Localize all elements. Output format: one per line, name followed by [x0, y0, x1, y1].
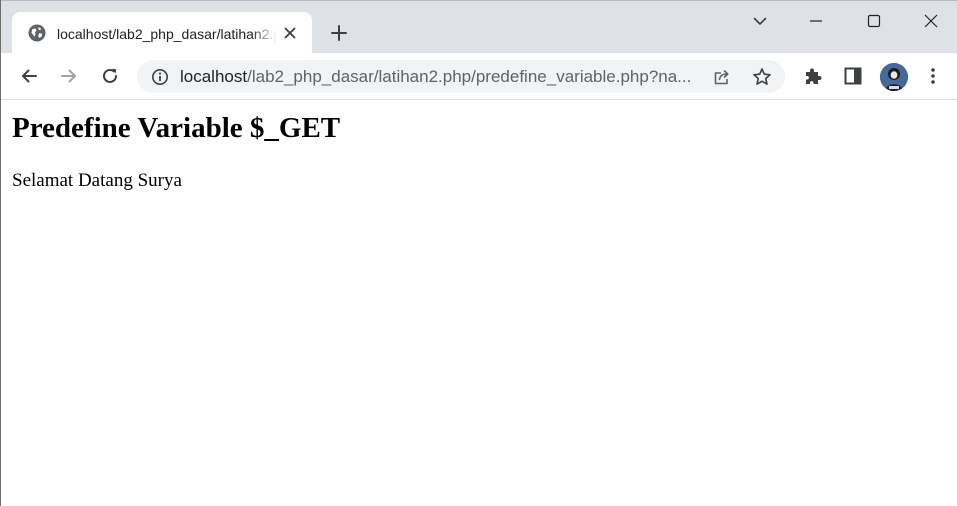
- address-bar[interactable]: localhost/lab2_php_dasar/latihan2.php/pr…: [137, 60, 785, 93]
- welcome-message: Selamat Datang Surya: [12, 170, 182, 191]
- star-icon[interactable]: [752, 67, 772, 87]
- tab-search-button[interactable]: [747, 9, 773, 33]
- reload-button[interactable]: [96, 62, 124, 90]
- back-button[interactable]: [15, 62, 43, 90]
- url-text[interactable]: localhost/lab2_php_dasar/latihan2.php/pr…: [180, 66, 708, 88]
- close-icon: [924, 14, 938, 28]
- page-heading: Predefine Variable $_GET: [12, 112, 341, 144]
- share-icon[interactable]: [712, 67, 732, 87]
- profile-picture: [880, 63, 908, 91]
- reload-icon: [103, 68, 117, 83]
- active-tab[interactable]: localhost/lab2_php_dasar/latihan2.php/pr…: [12, 12, 312, 54]
- avatar[interactable]: [880, 63, 908, 91]
- globe-icon: [28, 24, 46, 42]
- extensions-button[interactable]: [799, 62, 827, 90]
- maximize-button[interactable]: [861, 9, 887, 33]
- side-panel-icon: [844, 67, 862, 85]
- maximize-icon: [867, 14, 881, 28]
- tab-title: localhost/lab2_php_dasar/latihan2.php/pr…: [57, 26, 277, 42]
- browser-window: localhost/lab2_php_dasar/latihan2.php/pr…: [0, 0, 957, 506]
- new-tab-button[interactable]: [328, 22, 350, 44]
- minimize-icon: [810, 20, 822, 22]
- kebab-menu-icon: [931, 68, 935, 84]
- chevron-down-icon: [753, 17, 767, 25]
- close-tab-icon[interactable]: [282, 25, 298, 41]
- menu-button[interactable]: [919, 62, 947, 90]
- side-panel-button[interactable]: [839, 62, 867, 90]
- page-content: Predefine Variable $_GET Selamat Datang …: [1, 100, 957, 506]
- url-host: localhost: [180, 67, 248, 86]
- arrow-right-icon: [61, 69, 76, 83]
- arrow-left-icon: [22, 69, 37, 83]
- toolbar: localhost/lab2_php_dasar/latihan2.php/pr…: [1, 53, 957, 100]
- tab-strip: localhost/lab2_php_dasar/latihan2.php/pr…: [1, 0, 957, 54]
- forward-button[interactable]: [55, 62, 83, 90]
- puzzle-icon: [806, 68, 822, 84]
- minimize-button[interactable]: [803, 9, 829, 33]
- url-path: /lab2_php_dasar/latihan2.php/predefine_v…: [247, 67, 692, 86]
- info-icon[interactable]: [151, 68, 169, 86]
- close-window-button[interactable]: [918, 9, 944, 33]
